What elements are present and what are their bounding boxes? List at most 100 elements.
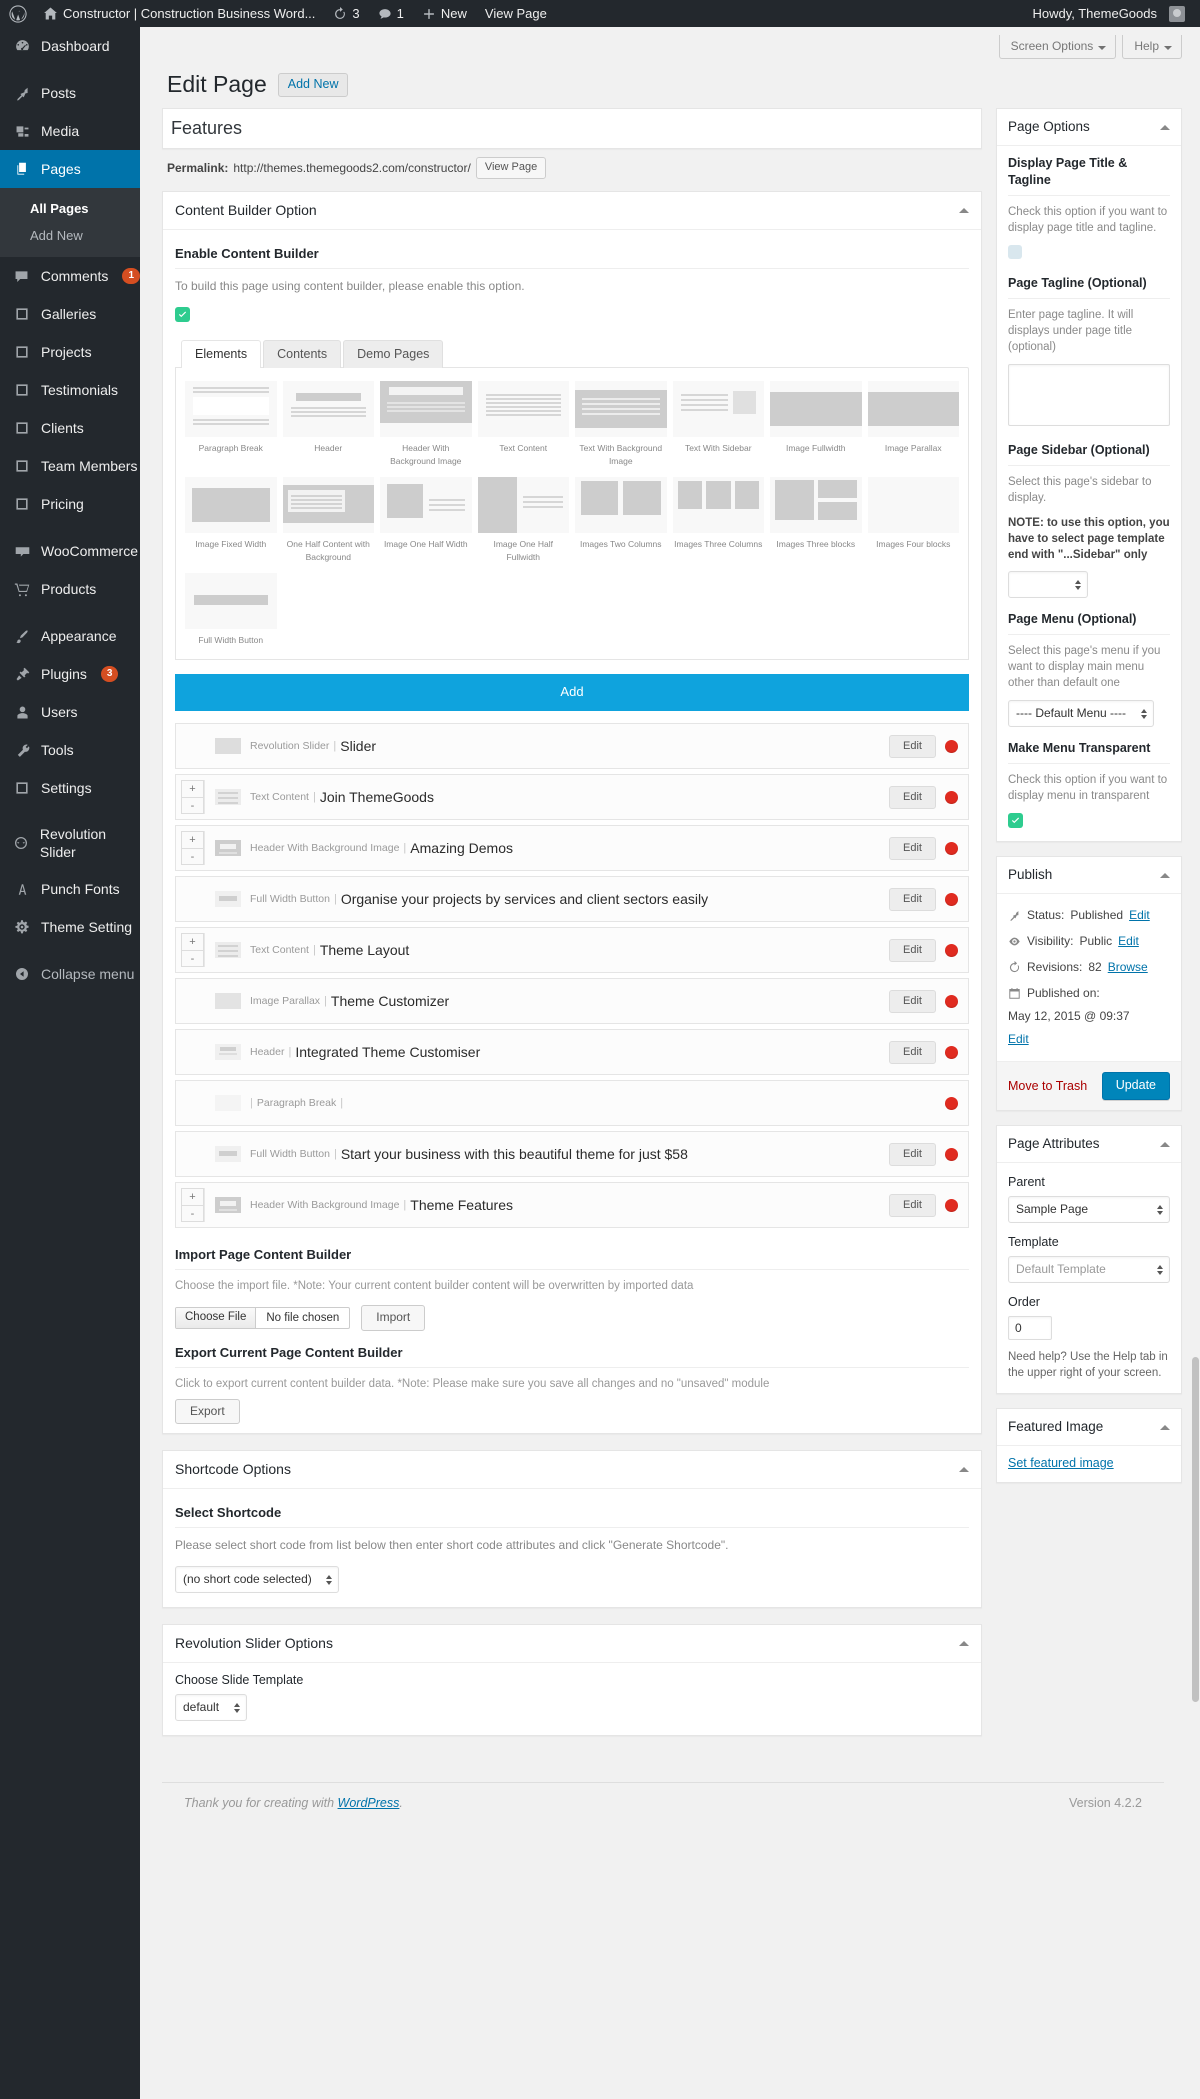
module-edit-button[interactable]: Edit: [889, 887, 936, 911]
enable-builder-checkbox[interactable]: [175, 307, 190, 322]
module-move-up-button[interactable]: +: [181, 1188, 204, 1205]
module-row[interactable]: | Paragraph Break |: [175, 1080, 969, 1126]
import-button[interactable]: Import: [361, 1305, 426, 1331]
module-edit-button[interactable]: Edit: [889, 785, 936, 809]
wordpress-link[interactable]: WordPress: [338, 1796, 400, 1810]
module-edit-button[interactable]: Edit: [889, 836, 936, 860]
sidebar-item-revolution-slider[interactable]: Revolution Slider: [0, 816, 140, 870]
template-select[interactable]: Default Template: [1008, 1256, 1170, 1283]
revslider-options-header[interactable]: Revolution Slider Options: [163, 1625, 981, 1663]
element-images-three-columns[interactable]: Images Three Columns: [670, 474, 768, 570]
my-account-menu[interactable]: Howdy, ThemeGoods: [1023, 0, 1194, 27]
module-move-down-button[interactable]: -: [181, 1205, 204, 1222]
new-content-button[interactable]: New: [413, 0, 476, 27]
module-row[interactable]: Revolution Slider | Slider Edit: [175, 723, 969, 769]
export-button[interactable]: Export: [175, 1399, 240, 1424]
help-button[interactable]: Help: [1122, 35, 1182, 59]
order-input[interactable]: [1008, 1316, 1052, 1340]
page-options-header[interactable]: Page Options: [997, 109, 1181, 146]
module-row[interactable]: Header | Integrated Theme Customiser Edi…: [175, 1029, 969, 1075]
sidebar-item-media[interactable]: Media: [0, 112, 140, 150]
page-tagline-textarea[interactable]: [1008, 364, 1170, 426]
module-row[interactable]: + - Header With Background Image |: [175, 1182, 969, 1228]
chevron-up-icon[interactable]: [1158, 121, 1170, 133]
sidebar-item-dashboard[interactable]: Dashboard: [0, 27, 140, 65]
published-edit-link[interactable]: Edit: [1008, 1031, 1170, 1048]
module-move-up-button[interactable]: +: [181, 780, 204, 797]
visibility-edit-link[interactable]: Edit: [1118, 933, 1139, 950]
screen-options-button[interactable]: Screen Options: [998, 35, 1117, 59]
sidebar-item-settings[interactable]: Settings: [0, 769, 140, 807]
sidebar-item-plugins[interactable]: Plugins 3: [0, 655, 140, 693]
sidebar-item-woocommerce[interactable]: WooCommerce: [0, 532, 140, 570]
page-attributes-header[interactable]: Page Attributes: [997, 1126, 1181, 1163]
module-row[interactable]: Full Width Button | Start your business …: [175, 1131, 969, 1177]
view-page-button[interactable]: View Page: [475, 157, 547, 179]
sidebar-item-products[interactable]: Products: [0, 570, 140, 608]
module-edit-button[interactable]: Edit: [889, 1040, 936, 1064]
status-edit-link[interactable]: Edit: [1129, 907, 1150, 924]
scrollbar-thumb[interactable]: [1192, 1357, 1199, 1702]
slide-template-select[interactable]: default: [175, 1694, 247, 1721]
sidebar-item-posts[interactable]: Posts: [0, 74, 140, 112]
menu-transparent-checkbox[interactable]: [1008, 813, 1023, 828]
chevron-up-icon[interactable]: [957, 204, 969, 216]
module-delete-button[interactable]: [945, 1096, 958, 1110]
sidebar-item-theme-setting[interactable]: Theme Setting: [0, 908, 140, 946]
shortcode-options-header[interactable]: Shortcode Options: [163, 1451, 981, 1489]
module-delete-button[interactable]: [945, 1198, 958, 1212]
add-new-button[interactable]: Add New: [277, 72, 349, 97]
element-paragraph-break[interactable]: Paragraph Break: [182, 378, 280, 474]
sidebar-item-all-pages[interactable]: All Pages: [0, 195, 140, 222]
module-move-down-button[interactable]: -: [181, 950, 204, 967]
element-text-with-sidebar[interactable]: Text With Sidebar: [670, 378, 768, 474]
module-edit-button[interactable]: Edit: [889, 1193, 936, 1217]
module-move-up-button[interactable]: +: [181, 933, 204, 950]
move-to-trash-link[interactable]: Move to Trash: [1008, 1079, 1087, 1093]
module-row[interactable]: + - Header With Background Image |: [175, 825, 969, 871]
page-sidebar-select[interactable]: [1008, 571, 1088, 598]
page-menu-select[interactable]: ---- Default Menu ----: [1008, 700, 1154, 727]
sidebar-item-galleries[interactable]: Galleries: [0, 295, 140, 333]
module-row[interactable]: + - Text Content |: [175, 774, 969, 820]
wp-logo-button[interactable]: [0, 0, 34, 27]
element-image-fixed-width[interactable]: Image Fixed Width: [182, 474, 280, 570]
element-image-fullwidth[interactable]: Image Fullwidth: [767, 378, 865, 474]
module-delete-button[interactable]: [945, 943, 958, 957]
update-button[interactable]: Update: [1101, 1072, 1170, 1100]
element-text-with-bg[interactable]: Text With Background Image: [572, 378, 670, 474]
content-builder-header[interactable]: Content Builder Option: [163, 192, 981, 230]
module-edit-button[interactable]: Edit: [889, 989, 936, 1013]
module-delete-button[interactable]: [945, 892, 958, 906]
element-full-width-button[interactable]: Full Width Button: [182, 570, 280, 653]
import-file-input[interactable]: Choose File No file chosen: [175, 1307, 351, 1329]
module-move-up-button[interactable]: +: [181, 831, 204, 848]
display-title-checkbox[interactable]: [1008, 245, 1022, 259]
module-delete-button[interactable]: [945, 1147, 958, 1161]
sidebar-item-users[interactable]: Users: [0, 693, 140, 731]
module-delete-button[interactable]: [945, 1045, 958, 1059]
add-element-button[interactable]: Add: [175, 674, 969, 711]
sidebar-item-comments[interactable]: Comments 1: [0, 257, 140, 295]
sidebar-item-appearance[interactable]: Appearance: [0, 617, 140, 655]
module-delete-button[interactable]: [945, 739, 958, 753]
chevron-up-icon[interactable]: [957, 1463, 969, 1475]
sidebar-item-testimonials[interactable]: Testimonials: [0, 371, 140, 409]
sidebar-item-team-members[interactable]: Team Members: [0, 447, 140, 485]
parent-select[interactable]: Sample Page: [1008, 1196, 1170, 1223]
module-delete-button[interactable]: [945, 994, 958, 1008]
sidebar-item-pricing[interactable]: Pricing: [0, 485, 140, 523]
sidebar-item-tools[interactable]: Tools: [0, 731, 140, 769]
site-name-menu[interactable]: Constructor | Construction Business Word…: [34, 0, 324, 27]
module-delete-button[interactable]: [945, 790, 958, 804]
sidebar-item-pages[interactable]: Pages: [0, 150, 148, 188]
module-edit-button[interactable]: Edit: [889, 938, 936, 962]
tab-elements[interactable]: Elements: [181, 340, 262, 368]
tab-demo-pages[interactable]: Demo Pages: [343, 340, 444, 368]
element-images-three-blocks[interactable]: Images Three blocks: [767, 474, 865, 570]
element-image-one-half-fullwidth[interactable]: Image One Half Fullwidth: [475, 474, 573, 570]
element-text-content[interactable]: Text Content: [475, 378, 573, 474]
revisions-browse-link[interactable]: Browse: [1108, 959, 1148, 976]
module-edit-button[interactable]: Edit: [889, 734, 936, 758]
chevron-up-icon[interactable]: [1158, 869, 1170, 881]
